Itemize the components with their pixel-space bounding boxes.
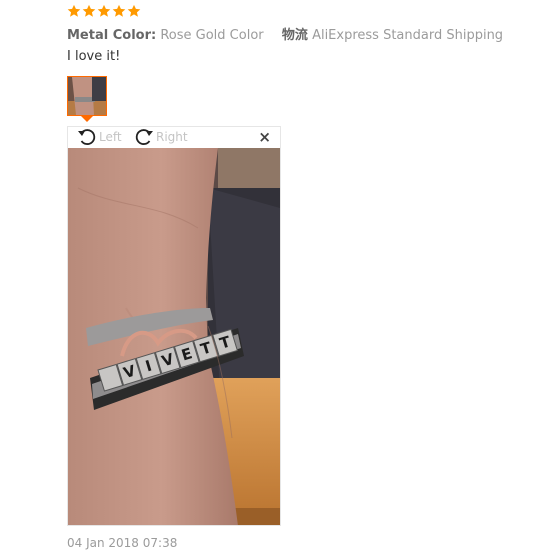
star-icon xyxy=(82,3,96,22)
review-date: 04 Jan 2018 07:38 xyxy=(67,536,178,550)
attribute-value-logistics: AliExpress Standard Shipping xyxy=(312,28,504,43)
viewer-toolbar: Left Right × xyxy=(68,127,280,147)
thumbnail-selected-indicator xyxy=(81,116,93,122)
rotate-left-icon xyxy=(78,129,96,145)
star-icon xyxy=(127,3,141,22)
rotate-right-icon xyxy=(135,129,153,145)
star-icon xyxy=(67,3,81,22)
attribute-key-logistics: 物流 xyxy=(281,28,308,43)
photo-viewer: Left Right × V I V E T T xyxy=(67,126,281,526)
attribute-key-metal-color: Metal Color: xyxy=(67,28,157,43)
review-text: I love it! xyxy=(67,49,121,64)
rotate-right-button[interactable]: Right xyxy=(133,127,188,147)
review-photo-thumbnail[interactable] xyxy=(67,76,107,116)
star-icon xyxy=(112,3,126,22)
close-icon[interactable]: × xyxy=(258,129,271,145)
star-rating xyxy=(67,3,141,22)
rotate-left-label: Left xyxy=(99,130,122,144)
rotate-right-label: Right xyxy=(156,130,188,144)
rotate-left-button[interactable]: Left xyxy=(76,127,122,147)
review-photo: V I V E T T xyxy=(68,148,280,525)
star-icon xyxy=(97,3,111,22)
attribute-value-metal-color: Rose Gold Color xyxy=(160,28,264,43)
review-attributes: Metal Color: Rose Gold Color 物流 AliExpre… xyxy=(67,24,503,43)
